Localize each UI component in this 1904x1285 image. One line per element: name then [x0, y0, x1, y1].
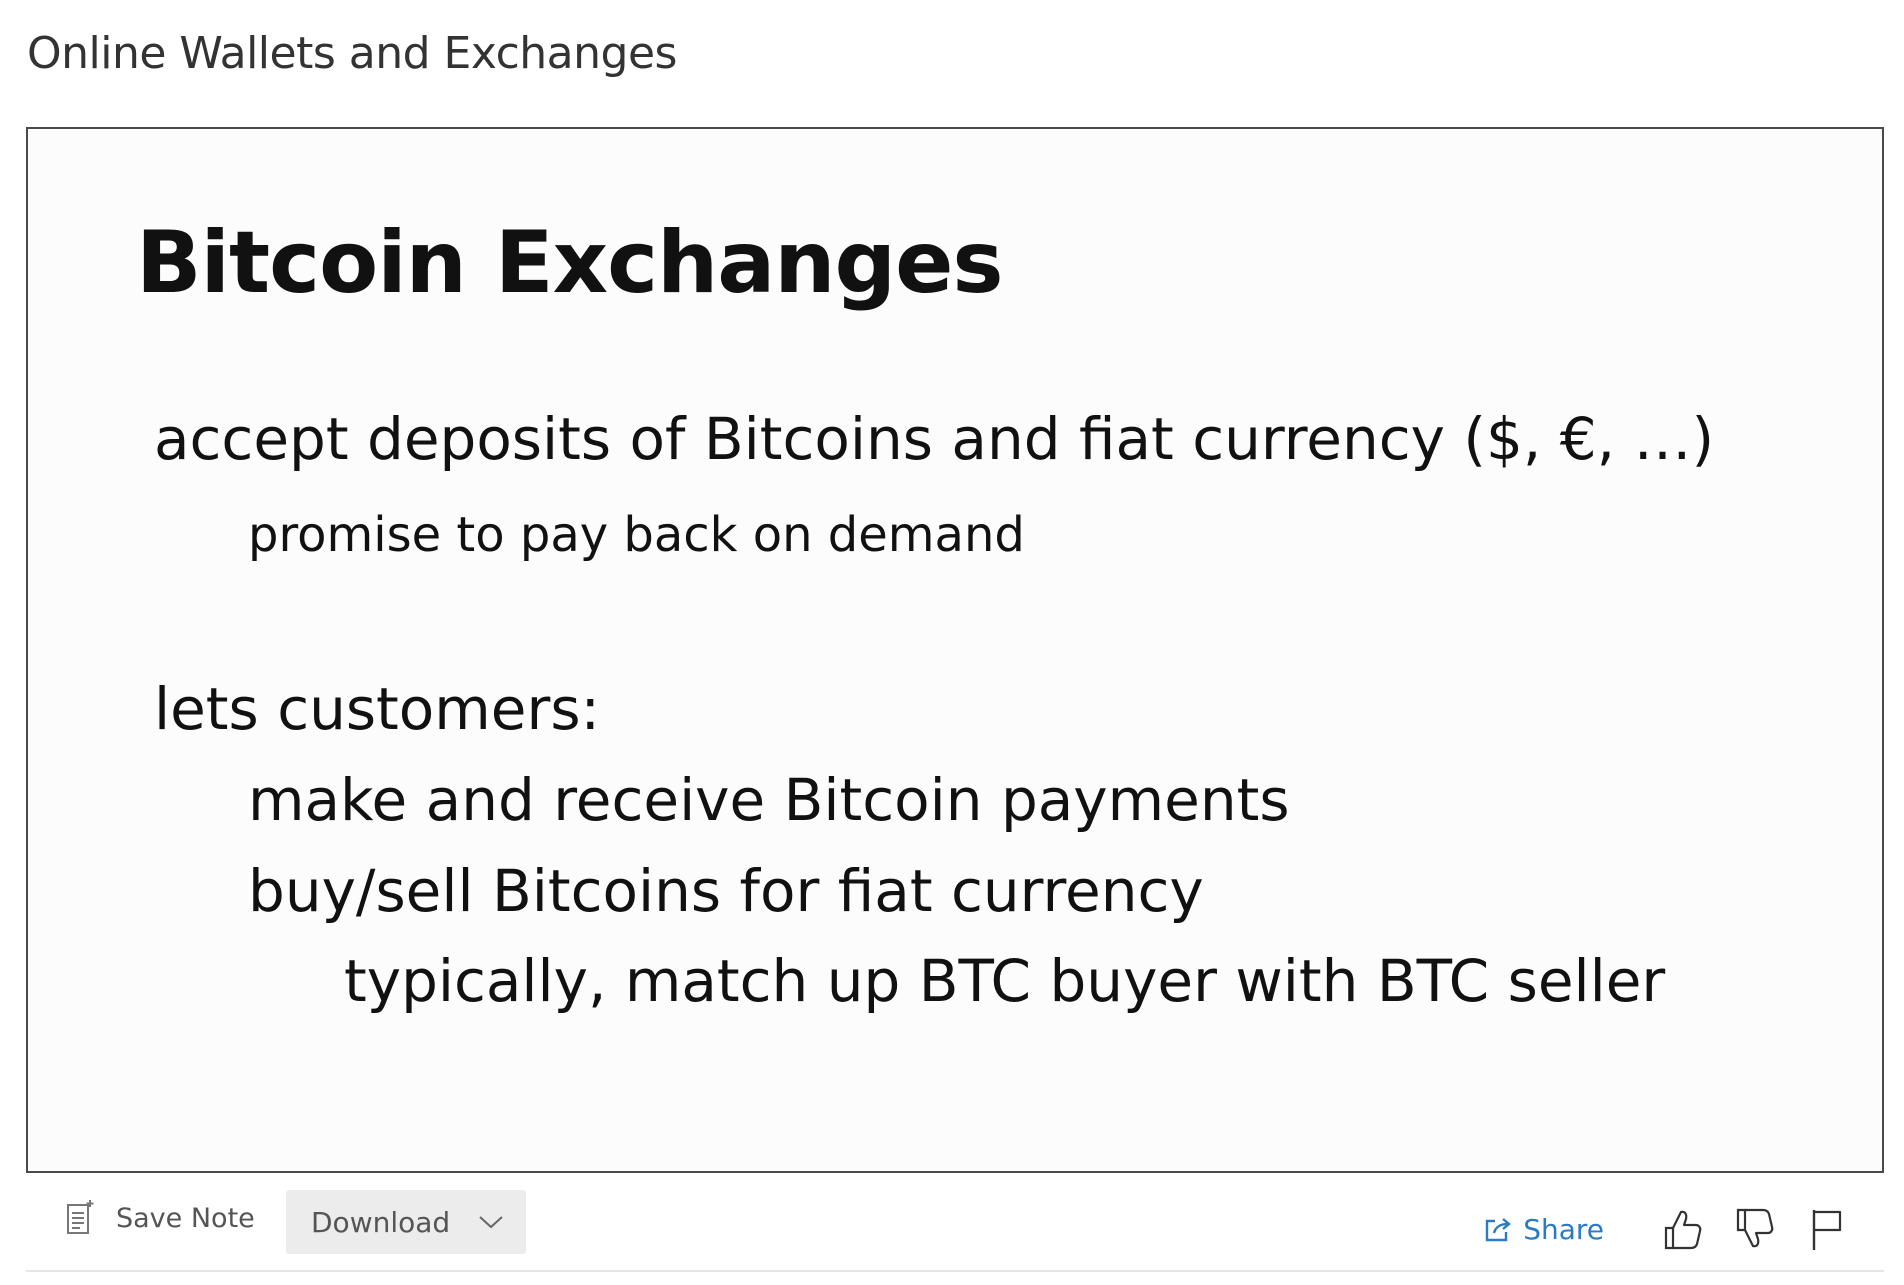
note-icon — [67, 1200, 94, 1234]
slide-heading: Bitcoin Exchanges — [136, 213, 1004, 313]
save-note-label: Save Note — [116, 1202, 255, 1234]
slide-bullet: lets customers: — [154, 675, 601, 743]
thumbs-up-icon[interactable] — [1660, 1206, 1704, 1252]
slide-sub-bullet: make and receive Bitcoin payments — [248, 766, 1290, 834]
share-label: Share — [1523, 1212, 1604, 1246]
slide-sub-bullet: promise to pay back on demand — [248, 507, 1025, 563]
flag-icon[interactable] — [1804, 1206, 1848, 1252]
share-icon — [1485, 1218, 1512, 1242]
slide-bullet: accept deposits of Bitcoins and fiat cur… — [154, 405, 1715, 473]
slide-sub-bullet: buy/sell Bitcoins for fiat currency — [248, 857, 1204, 925]
slide-viewer: Bitcoin Exchanges accept deposits of Bit… — [26, 127, 1884, 1173]
lecture-toolbar: Save Note Download Share — [26, 1180, 1884, 1272]
share-button[interactable]: Share — [1483, 1213, 1604, 1246]
page-title: Online Wallets and Exchanges — [27, 28, 677, 79]
save-note-button[interactable]: Save Note — [66, 1196, 255, 1240]
download-label: Download — [311, 1205, 451, 1239]
download-dropdown[interactable]: Download — [286, 1190, 526, 1254]
thumbs-down-icon[interactable] — [1732, 1206, 1776, 1252]
chevron-down-icon — [479, 1216, 503, 1229]
slide-sub-sub-bullet: typically, match up BTC buyer with BTC s… — [344, 947, 1666, 1015]
feedback-actions: Share — [1483, 1204, 1848, 1254]
